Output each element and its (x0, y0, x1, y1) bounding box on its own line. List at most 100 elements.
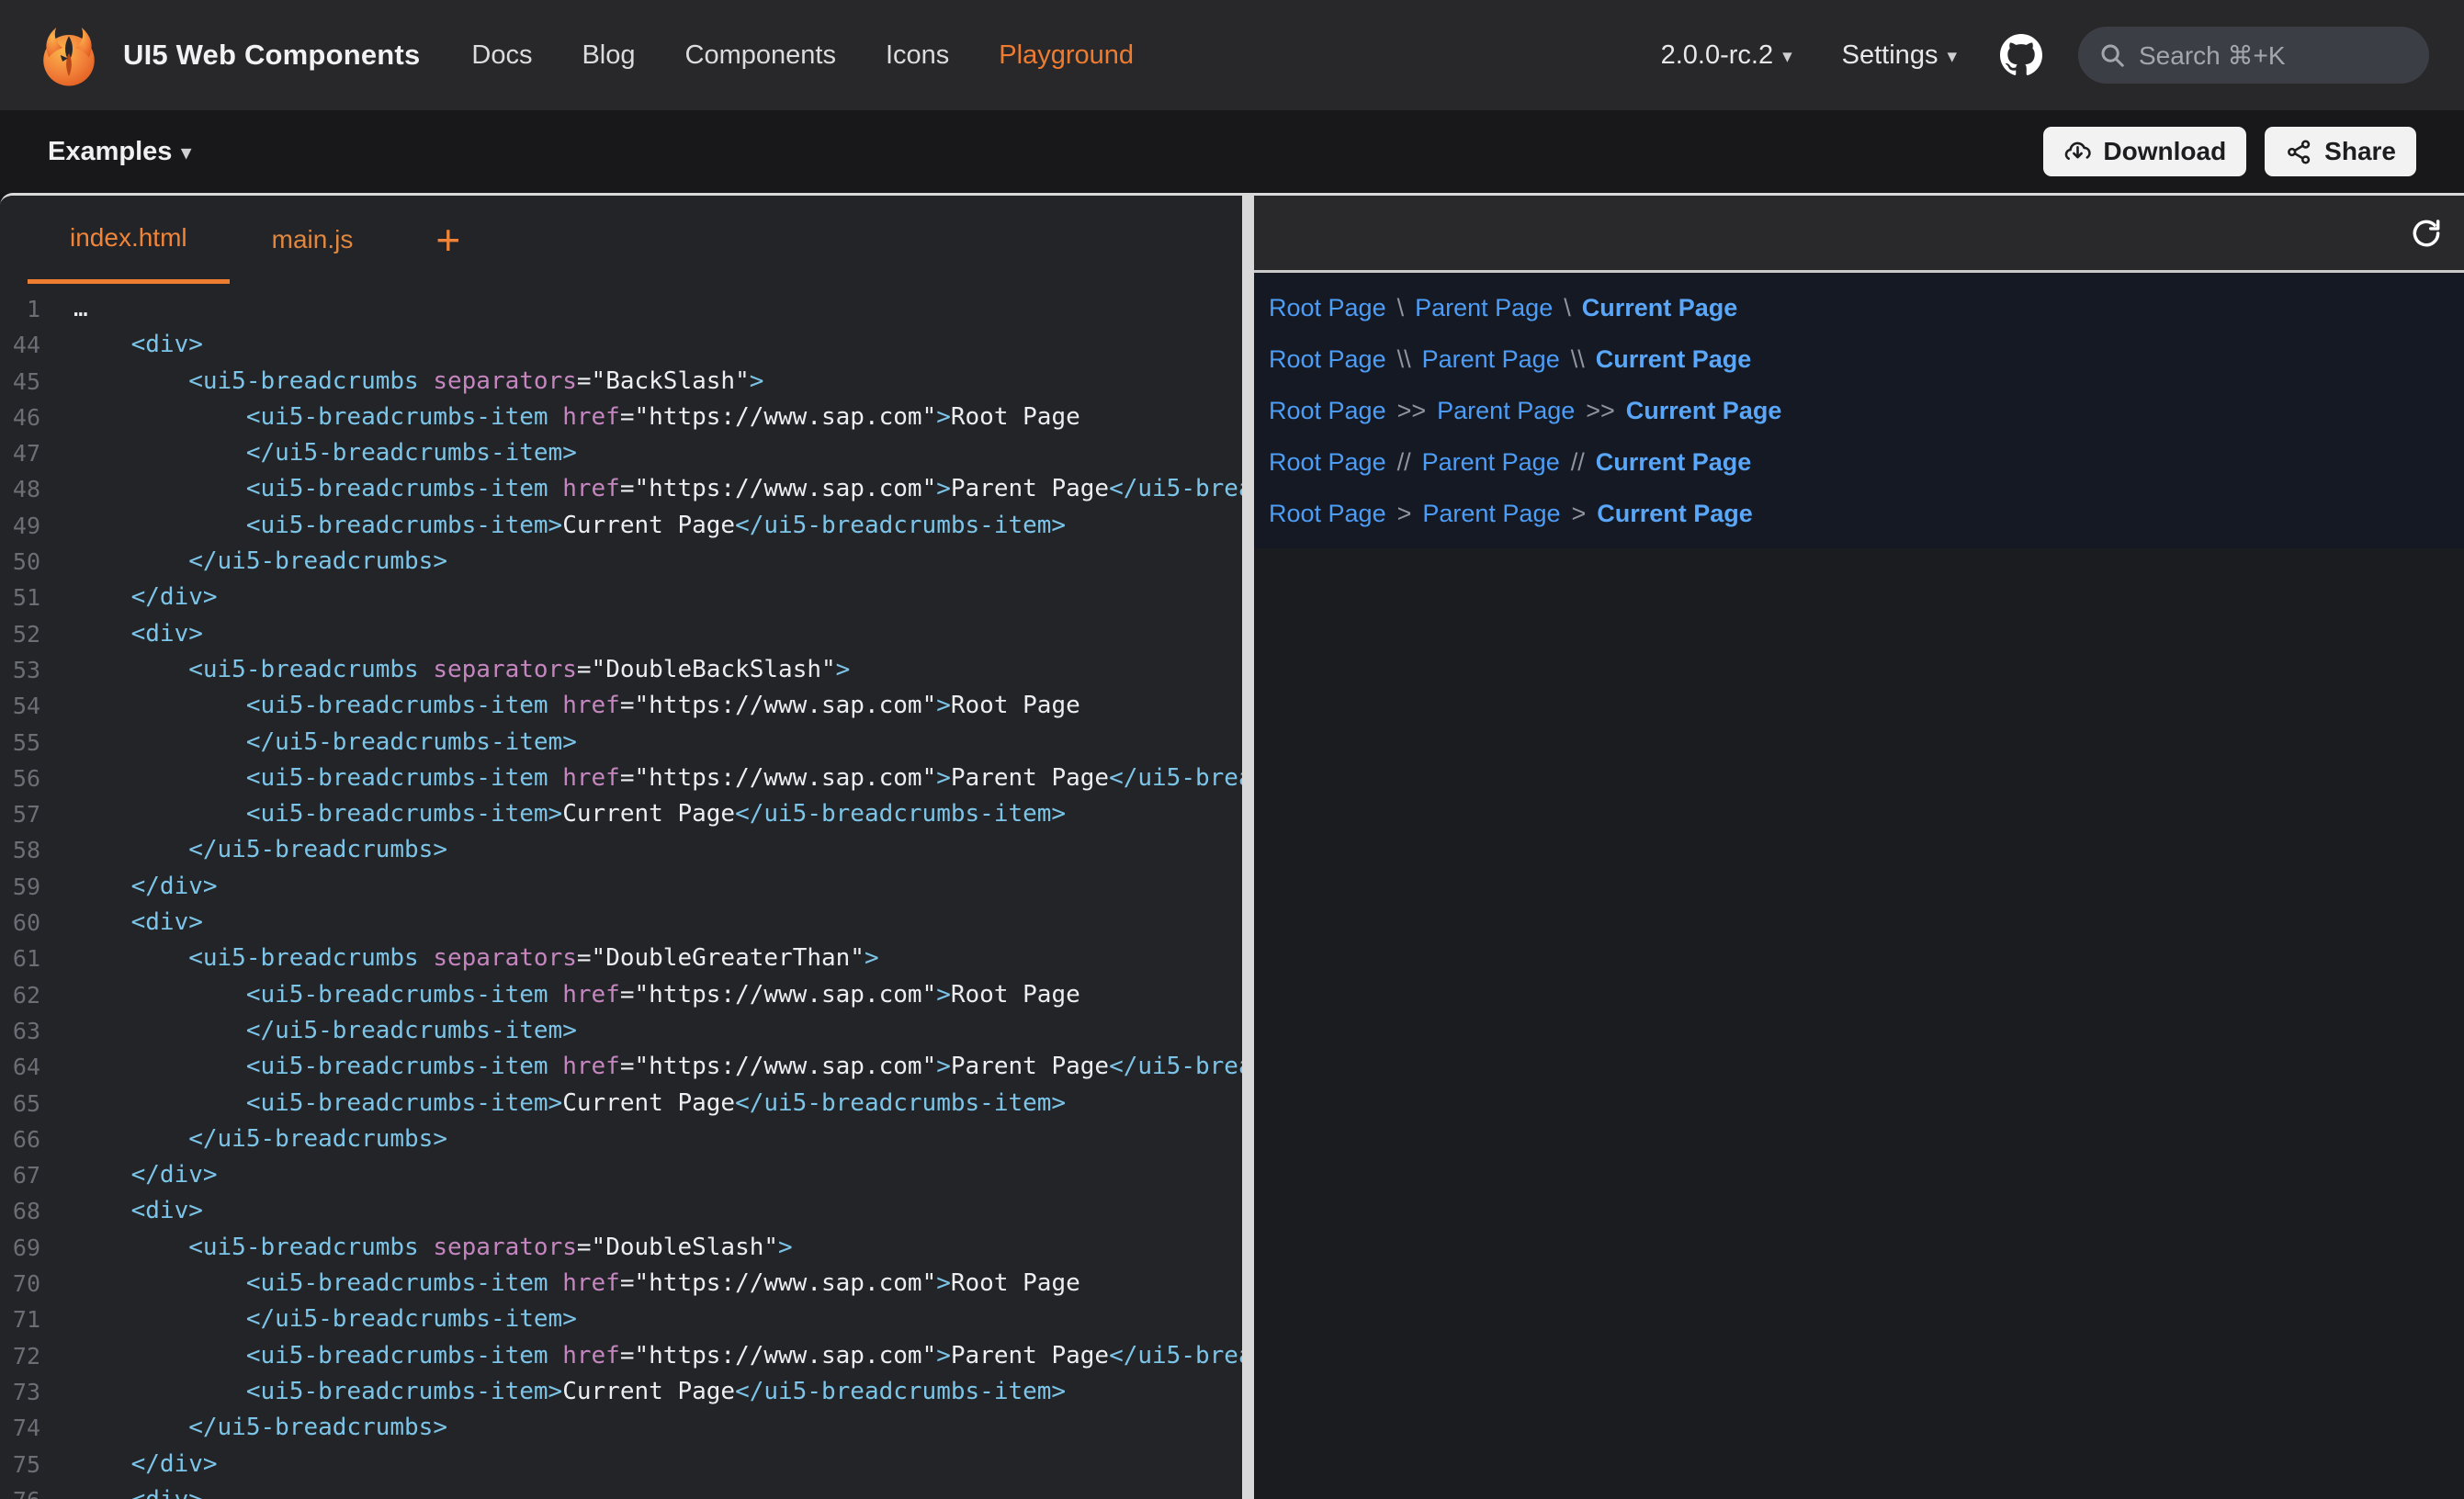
breadcrumb-separator: > (1397, 500, 1412, 528)
line-text: <div> (73, 1193, 203, 1229)
line-text: <ui5-breadcrumbs-item href="https://www.… (73, 1266, 1080, 1302)
code-line: 58 </ui5-breadcrumbs> (0, 832, 1242, 868)
code-line: 75 </div> (0, 1447, 1242, 1482)
ui5-phoenix-logo[interactable] (35, 21, 103, 89)
search-icon (2098, 41, 2126, 69)
breadcrumb-link[interactable]: Parent Page (1415, 294, 1553, 322)
breadcrumb-link[interactable]: Parent Page (1422, 500, 1560, 528)
code-line: 64 <ui5-breadcrumbs-item href="https://w… (0, 1049, 1242, 1085)
breadcrumb-separator: // (1397, 448, 1411, 477)
line-number: 44 (0, 327, 73, 363)
code-editor-pane: index.html main.js + 1…44 <div> 45 <ui5-b… (0, 196, 1242, 1499)
line-number: 75 (0, 1447, 73, 1482)
refresh-icon[interactable] (2409, 216, 2444, 251)
line-text: <ui5-breadcrumbs-item href="https://www.… (73, 1049, 1242, 1085)
share-button[interactable]: Share (2265, 127, 2416, 176)
brand-title: UI5 Web Components (123, 39, 420, 72)
breadcrumb-link[interactable]: Parent Page (1422, 345, 1560, 374)
code-line: 54 <ui5-breadcrumbs-item href="https://w… (0, 688, 1242, 724)
line-text: <ui5-breadcrumbs-item>Current Page</ui5-… (73, 508, 1066, 544)
code-line: 59 </div> (0, 869, 1242, 905)
tab-index-html[interactable]: index.html (28, 196, 230, 284)
search-input[interactable]: Search ⌘+K (2078, 27, 2429, 84)
line-number: 50 (0, 544, 73, 580)
line-number: 62 (0, 977, 73, 1013)
add-tab-button[interactable]: + (435, 196, 460, 284)
download-button[interactable]: Download (2043, 127, 2246, 176)
nav-item-docs[interactable]: Docs (471, 40, 532, 71)
line-number: 69 (0, 1230, 73, 1266)
line-number: 52 (0, 616, 73, 652)
line-text: <div> (73, 616, 203, 652)
line-number: 45 (0, 364, 73, 400)
breadcrumb-link[interactable]: Root Page (1269, 500, 1386, 528)
breadcrumb-current: Current Page (1597, 500, 1753, 528)
line-number: 60 (0, 905, 73, 941)
editor-tabs: index.html main.js + (0, 196, 1242, 284)
code-line: 69 <ui5-breadcrumbs separators="DoubleSl… (0, 1230, 1242, 1266)
breadcrumb-current: Current Page (1582, 294, 1738, 322)
breadcrumbs-row: Root Page>Parent Page>Current Page (1269, 488, 2464, 539)
line-text: … (73, 291, 88, 327)
code-line: 55 </ui5-breadcrumbs-item> (0, 725, 1242, 761)
breadcrumb-separator: \\ (1397, 345, 1411, 374)
line-number: 66 (0, 1121, 73, 1157)
version-label: 2.0.0-rc.2 (1661, 40, 1774, 71)
line-text: </div> (73, 1157, 218, 1193)
line-text: </div> (73, 869, 218, 905)
code-line: 68 <div> (0, 1193, 1242, 1229)
line-number: 46 (0, 400, 73, 435)
examples-label: Examples (48, 137, 172, 167)
breadcrumb-link[interactable]: Parent Page (1437, 397, 1575, 425)
code-line: 70 <ui5-breadcrumbs-item href="https://w… (0, 1266, 1242, 1302)
line-number: 64 (0, 1049, 73, 1085)
line-number: 1 (0, 291, 73, 327)
breadcrumb-link[interactable]: Root Page (1269, 448, 1386, 477)
settings-label: Settings (1842, 40, 1938, 71)
breadcrumb-link[interactable]: Root Page (1269, 397, 1386, 425)
nav-item-components[interactable]: Components (685, 40, 836, 71)
breadcrumbs-row: Root Page//Parent Page//Current Page (1269, 436, 2464, 488)
breadcrumb-separator: \\ (1571, 345, 1585, 374)
chevron-down-icon: ▾ (181, 141, 191, 164)
line-text: </ui5-breadcrumbs> (73, 1121, 447, 1157)
line-text: <ui5-breadcrumbs-item href="https://www.… (73, 977, 1080, 1013)
pane-splitter[interactable] (1242, 196, 1254, 1499)
tab-label: index.html (70, 223, 187, 253)
main-nav: Docs Blog Components Icons Playground (471, 40, 1134, 71)
code-line: 66 </ui5-breadcrumbs> (0, 1121, 1242, 1157)
github-icon[interactable] (1999, 33, 2043, 77)
code-line: 52 <div> (0, 616, 1242, 652)
preview-content: Root Page\Parent Page\Current PageRoot P… (1254, 273, 2464, 1499)
line-text: <ui5-breadcrumbs-item href="https://www.… (73, 761, 1242, 796)
code-line: 61 <ui5-breadcrumbs separators="DoubleGr… (0, 941, 1242, 976)
line-text: <ui5-breadcrumbs-item href="https://www.… (73, 471, 1242, 507)
breadcrumb-link[interactable]: Root Page (1269, 294, 1386, 322)
breadcrumb-separator: // (1571, 448, 1585, 477)
breadcrumb-link[interactable]: Root Page (1269, 345, 1386, 374)
code-line: 47 </ui5-breadcrumbs-item> (0, 435, 1242, 471)
version-dropdown[interactable]: 2.0.0-rc.2 ▾ (1661, 40, 1792, 71)
line-text: <ui5-breadcrumbs-item href="https://www.… (73, 688, 1080, 724)
line-text: </ui5-breadcrumbs-item> (73, 1013, 577, 1049)
chevron-down-icon: ▾ (1947, 45, 1957, 68)
code-area[interactable]: 1…44 <div>45 <ui5-breadcrumbs separators… (0, 284, 1242, 1499)
site-header: UI5 Web Components Docs Blog Components … (0, 0, 2464, 110)
examples-dropdown[interactable]: Examples ▾ (48, 137, 191, 167)
code-line: 63 </ui5-breadcrumbs-item> (0, 1013, 1242, 1049)
line-text: </div> (73, 1447, 218, 1482)
line-text: </ui5-breadcrumbs> (73, 832, 447, 868)
nav-item-icons[interactable]: Icons (886, 40, 949, 71)
settings-dropdown[interactable]: Settings ▾ (1842, 40, 1957, 71)
nav-item-blog[interactable]: Blog (582, 40, 635, 71)
nav-item-playground[interactable]: Playground (999, 40, 1134, 71)
code-line: 71 </ui5-breadcrumbs-item> (0, 1302, 1242, 1337)
line-text: </ui5-breadcrumbs-item> (73, 435, 577, 471)
code-line: 60 <div> (0, 905, 1242, 941)
code-line: 73 <ui5-breadcrumbs-item>Current Page</u… (0, 1374, 1242, 1410)
code-line: 62 <ui5-breadcrumbs-item href="https://w… (0, 977, 1242, 1013)
line-text: </ui5-breadcrumbs-item> (73, 1302, 577, 1337)
breadcrumb-link[interactable]: Parent Page (1422, 448, 1560, 477)
breadcrumbs-row: Root Page>>Parent Page>>Current Page (1269, 385, 2464, 436)
tab-main-js[interactable]: main.js (230, 196, 396, 284)
